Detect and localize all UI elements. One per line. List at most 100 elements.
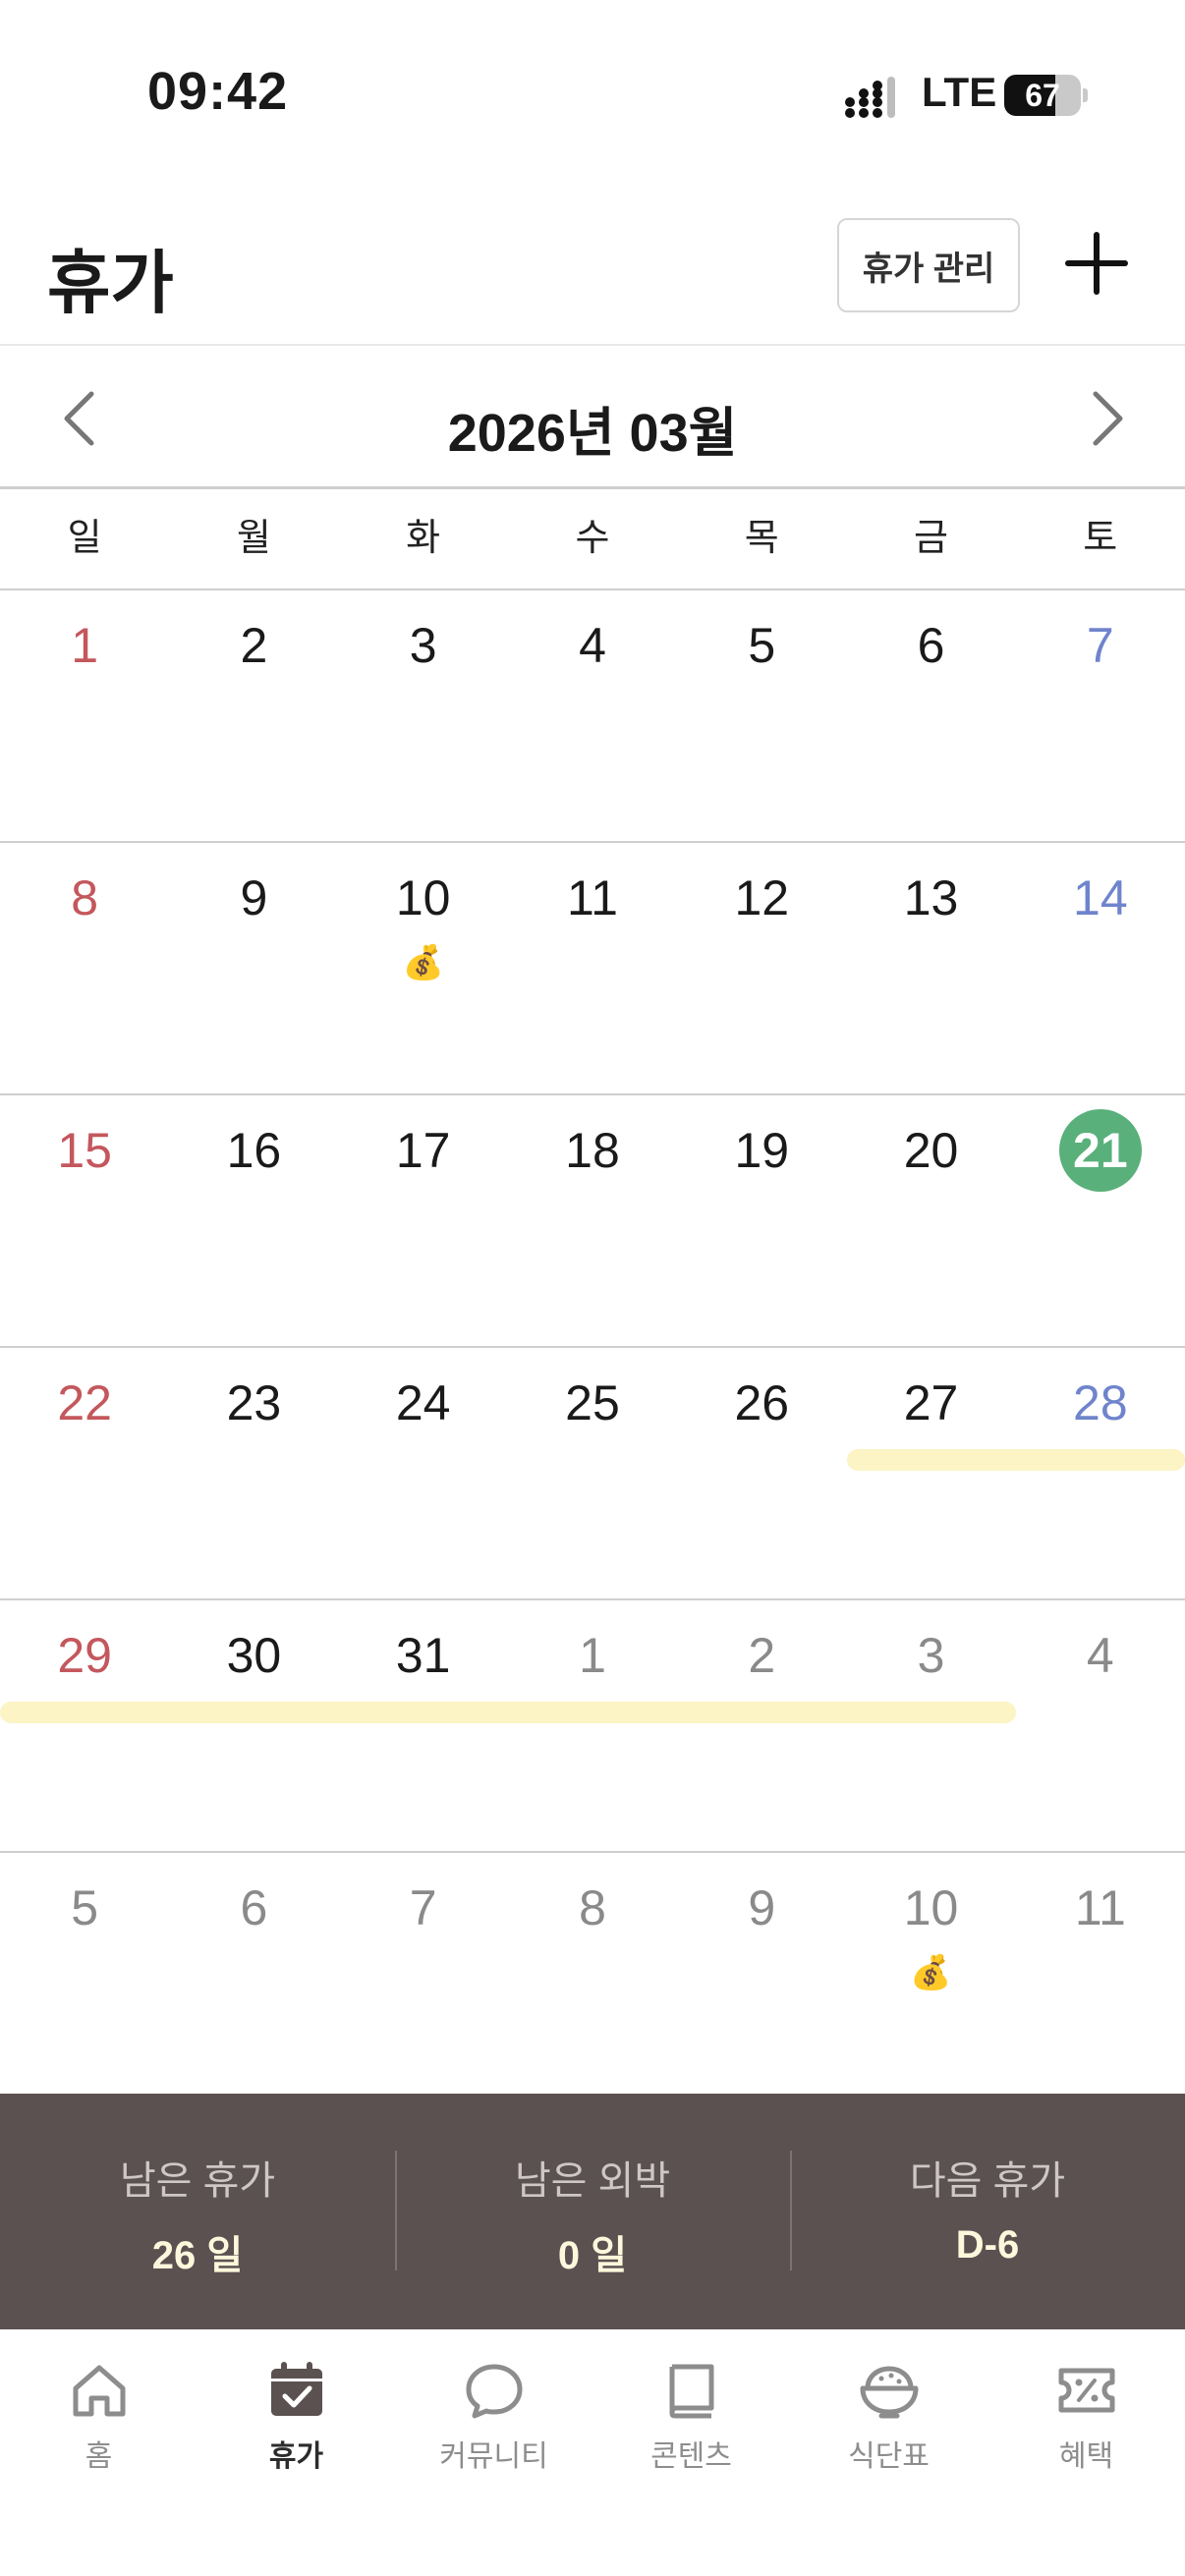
nav-meal-plan[interactable]: 식단표 <box>790 2329 988 2576</box>
calendar-day[interactable]: 2 <box>169 590 338 841</box>
calendar-day[interactable]: 5 <box>677 590 846 841</box>
day-number: 5 <box>71 1880 99 1935</box>
calendar-day[interactable]: 12 <box>677 843 846 1093</box>
nav-meal-plan-label: 식단표 <box>848 2440 930 2473</box>
calendar-day[interactable]: 10 💰 <box>846 1853 1015 2103</box>
day-number: 19 <box>734 1123 790 1178</box>
calendar-day[interactable]: 1 <box>0 590 169 841</box>
nav-vacation-label: 휴가 <box>268 2440 324 2473</box>
calendar-day[interactable]: 11 <box>1016 1853 1185 2103</box>
calendar-day[interactable]: 7 <box>1016 590 1185 841</box>
day-number: 1 <box>71 618 99 673</box>
day-number: 10 <box>903 1880 959 1935</box>
calendar-day[interactable]: 6 <box>846 590 1015 841</box>
signal-strength-icon <box>845 77 895 118</box>
calendar-day[interactable]: 9 <box>169 843 338 1093</box>
calendar-day[interactable]: 28 <box>1016 1348 1185 1598</box>
calendar-day[interactable]: 29 <box>0 1600 169 1851</box>
calendar-day[interactable]: 11 <box>508 843 677 1093</box>
nav-community[interactable]: 커뮤니티 <box>395 2329 592 2576</box>
calendar-day[interactable]: 1 <box>508 1600 677 1851</box>
nav-benefits[interactable]: 혜택 <box>988 2329 1185 2576</box>
day-number: 1 <box>579 1628 606 1683</box>
day-number: 14 <box>1073 870 1128 925</box>
day-number: 9 <box>240 870 268 925</box>
calendar-day[interactable]: 4 <box>508 590 677 841</box>
calendar-day[interactable]: 23 <box>169 1348 338 1598</box>
day-number: 9 <box>748 1880 776 1935</box>
day-number: 10 <box>395 870 451 925</box>
weekday-label: 금 <box>913 518 948 559</box>
next-month-button[interactable] <box>1079 383 1138 454</box>
plus-icon <box>1065 232 1128 295</box>
calendar-day[interactable]: 4 <box>1016 1600 1185 1851</box>
calendar-day[interactable]: 7 <box>339 1853 508 2103</box>
calendar-day[interactable]: 22 <box>0 1348 169 1598</box>
calendar-day[interactable]: 20 <box>846 1095 1015 1346</box>
battery-level: 67 <box>1025 78 1060 113</box>
vacation-period-bar[interactable] <box>0 1702 1016 1723</box>
app-header: 휴가 휴가 관리 <box>0 187 1185 346</box>
remaining-overnight-label: 남은 외박 <box>514 2159 671 2203</box>
weekday-label: 목 <box>744 518 779 559</box>
day-number: 5 <box>748 618 776 673</box>
calendar-day[interactable]: 9 <box>677 1853 846 2103</box>
calendar-day[interactable]: 24 <box>339 1348 508 1598</box>
calendar-day[interactable]: 10 💰 <box>339 843 508 1093</box>
nav-community-label: 커뮤니티 <box>439 2440 548 2473</box>
remaining-leave-value: 26 일 <box>151 2234 244 2277</box>
network-type: LTE <box>922 69 997 115</box>
calendar-day[interactable]: 16 <box>169 1095 338 1346</box>
vacation-period-bar[interactable] <box>847 1449 1185 1471</box>
day-number: 22 <box>57 1375 112 1430</box>
day-number: 26 <box>734 1375 790 1430</box>
calendar-day[interactable]: 8 <box>0 843 169 1093</box>
vacation-summary: 남은 휴가 26 일 남은 외박 0 일 다음 휴가 D-6 <box>0 2094 1185 2329</box>
nav-home-label: 홈 <box>85 2440 113 2473</box>
calendar-day[interactable]: 30 <box>169 1600 338 1851</box>
day-number: 28 <box>1073 1375 1128 1430</box>
day-number: 15 <box>57 1123 112 1178</box>
calendar-day-today[interactable]: 21 <box>1016 1095 1185 1346</box>
calendar-day[interactable]: 17 <box>339 1095 508 1346</box>
calendar-day[interactable]: 14 <box>1016 843 1185 1093</box>
day-number: 6 <box>917 618 945 673</box>
calendar-day[interactable]: 26 <box>677 1348 846 1598</box>
weekday-header: 일 월 화 수 목 금 토 <box>0 489 1185 590</box>
calendar-day[interactable]: 27 <box>846 1348 1015 1598</box>
manage-vacation-button[interactable]: 휴가 관리 <box>837 218 1020 312</box>
day-number: 11 <box>1074 1880 1126 1935</box>
calendar-day[interactable]: 3 <box>846 1600 1015 1851</box>
book-icon <box>669 2364 713 2419</box>
calendar-grid: 5 6 7 8 9 10 💰 11 29 30 31 1 2 3 4 22 23 24 25 26 27 28 15 16 17… <box>0 590 1185 2094</box>
day-number: 30 <box>226 1628 282 1683</box>
calendar-day[interactable]: 19 <box>677 1095 846 1346</box>
page-title: 휴가 <box>47 245 174 321</box>
nav-home[interactable]: 홈 <box>0 2329 198 2576</box>
calendar-day[interactable]: 15 <box>0 1095 169 1346</box>
calendar-day[interactable]: 13 <box>846 843 1015 1093</box>
status-bar: 09:42 LTE 67 <box>0 0 1185 187</box>
nav-contents[interactable]: 콘텐츠 <box>592 2329 790 2576</box>
day-number: 12 <box>734 870 790 925</box>
next-leave-value: D-6 <box>955 2223 1020 2267</box>
day-number: 11 <box>567 870 618 925</box>
calendar-day[interactable]: 3 <box>339 590 508 841</box>
add-vacation-button[interactable] <box>1059 226 1134 301</box>
calendar-day[interactable]: 6 <box>169 1853 338 2103</box>
calendar-day[interactable]: 8 <box>508 1853 677 2103</box>
calendar-day[interactable]: 2 <box>677 1600 846 1851</box>
weekday-label: 화 <box>406 518 441 559</box>
nav-vacation[interactable]: 휴가 <box>198 2329 395 2576</box>
calendar-day[interactable]: 18 <box>508 1095 677 1346</box>
calendar-day[interactable]: 5 <box>0 1853 169 2103</box>
money-bag-icon: 💰 <box>910 1954 952 1991</box>
day-number: 4 <box>1086 1628 1114 1683</box>
remaining-leave-label: 남은 휴가 <box>119 2159 276 2203</box>
day-number: 24 <box>395 1375 451 1430</box>
day-number: 20 <box>903 1123 959 1178</box>
day-number: 16 <box>226 1123 282 1178</box>
calendar-day[interactable]: 25 <box>508 1348 677 1598</box>
nav-contents-label: 콘텐츠 <box>650 2440 732 2473</box>
calendar-day[interactable]: 31 <box>339 1600 508 1851</box>
